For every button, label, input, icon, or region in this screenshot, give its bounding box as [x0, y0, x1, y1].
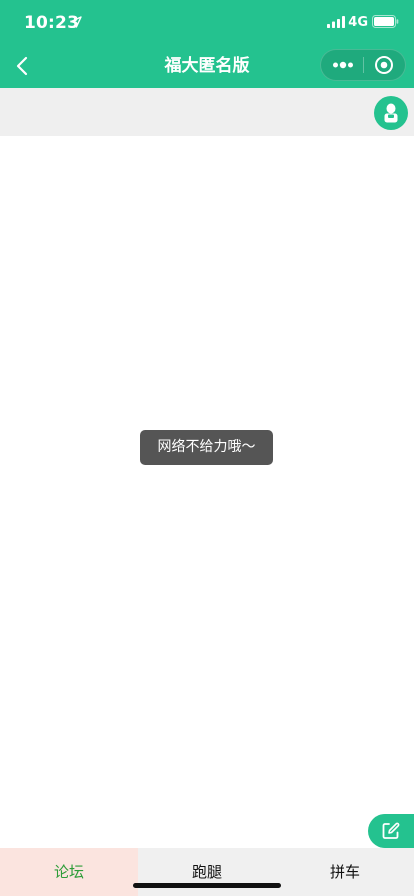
banner-area — [0, 88, 414, 136]
more-button[interactable] — [321, 50, 364, 80]
location-arrow-icon — [70, 16, 82, 28]
capsule-close-icon — [374, 56, 393, 74]
tab-errands[interactable]: 跑腿 — [138, 848, 276, 896]
network-toast: 网络不给力哦～ — [140, 430, 273, 465]
close-miniprogram-button[interactable] — [362, 50, 405, 80]
capsule-menu — [320, 49, 406, 81]
signal-icon — [327, 16, 345, 28]
tab-carpool[interactable]: 拼车 — [276, 848, 414, 896]
network-label: 4G — [348, 15, 368, 30]
person-avatar-icon — [384, 103, 398, 123]
home-indicator — [133, 883, 281, 888]
app-header: 10:23 4G 福大匿名版 — [0, 0, 414, 88]
tab-bar: 论坛 跑腿 拼车 — [0, 848, 414, 896]
nav-bar: 福大匿名版 — [0, 44, 414, 88]
battery-icon — [372, 15, 399, 28]
compose-button[interactable] — [368, 814, 414, 848]
status-bar: 10:23 4G — [0, 0, 414, 44]
profile-button[interactable] — [374, 96, 408, 130]
edit-icon — [382, 822, 400, 839]
tab-forum[interactable]: 论坛 — [0, 848, 138, 896]
more-dots-icon — [332, 61, 353, 69]
